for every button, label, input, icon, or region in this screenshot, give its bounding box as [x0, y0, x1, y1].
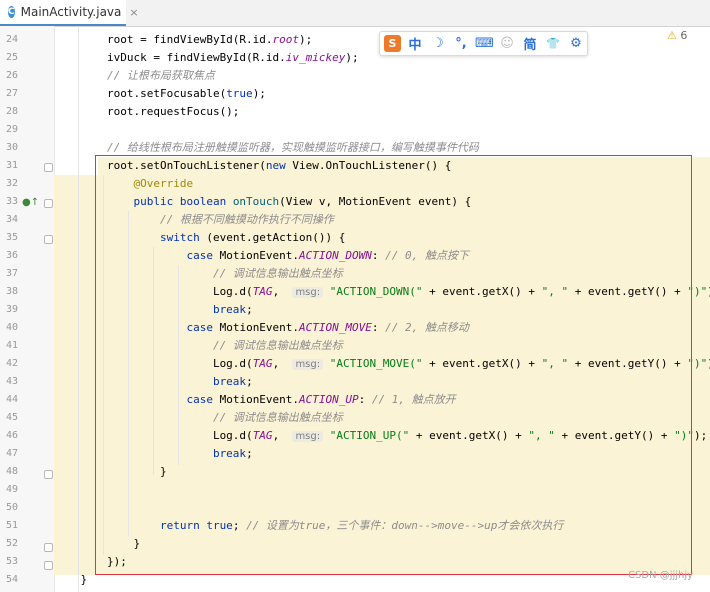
ime-user-icon[interactable]: ☺ — [498, 36, 516, 51]
line-number: 29 — [5, 124, 18, 135]
line-number: 36 — [5, 250, 18, 261]
code-line[interactable]: 26 // 让根布局获取焦点 — [0, 67, 710, 85]
line-number: 30 — [5, 142, 18, 153]
code-token: ); — [345, 51, 359, 64]
code-text: root = findViewById(R.id.root); — [54, 31, 312, 49]
ime-logo-icon[interactable]: S — [384, 35, 401, 52]
fold-icon[interactable] — [44, 470, 53, 479]
code-token: root — [272, 33, 300, 46]
fold-icon[interactable] — [44, 163, 53, 172]
code-token: root = findViewById(R.id. — [54, 33, 273, 46]
code-text: root.setFocusable(true); — [54, 85, 266, 103]
line-number: 50 — [5, 502, 18, 513]
code-line[interactable]: 24 root = findViewById(R.id.root); — [0, 31, 710, 49]
line-number: 24 — [5, 34, 18, 45]
line-number: 49 — [5, 484, 18, 495]
java-class-icon: C — [8, 6, 15, 18]
code-token: // 给线性根布局注册触摸监听器，实现触摸监听器接口，编写触摸事件代码 — [54, 141, 479, 154]
line-number: 39 — [5, 304, 18, 315]
code-token: } — [54, 573, 88, 586]
code-token: ); — [299, 33, 313, 46]
line-number: 25 — [5, 52, 18, 63]
override-marker-icon[interactable]: ●↑ — [22, 197, 39, 208]
watermark: CSDN @jjjhjy — [628, 570, 694, 581]
code-token: true — [226, 87, 253, 100]
line-number: 47 — [5, 448, 18, 459]
close-icon[interactable]: × — [129, 6, 138, 19]
line-number: 35 — [5, 232, 18, 243]
code-token: ); — [694, 429, 708, 442]
fold-icon[interactable] — [44, 561, 53, 570]
code-line[interactable]: 28 root.requestFocus(); — [0, 103, 710, 121]
line-number: 26 — [5, 70, 18, 81]
line-number: 48 — [5, 466, 18, 477]
code-token: ivDuck = findViewById(R.id. — [54, 51, 286, 64]
code-token: root.setFocusable( — [54, 87, 227, 100]
line-number: 27 — [5, 88, 18, 99]
warning-triangle-icon: ⚠ — [667, 29, 677, 42]
line-number: 34 — [5, 214, 18, 225]
ime-punctuation-icon[interactable]: °, — [452, 36, 470, 51]
line-number: 31 — [5, 160, 18, 171]
line-number: 38 — [5, 286, 18, 297]
line-number: 32 — [5, 178, 18, 189]
line-number: 41 — [5, 340, 18, 351]
ime-settings-icon[interactable]: ⚙ — [567, 36, 585, 51]
code-token: root.requestFocus(); — [54, 105, 240, 118]
code-line[interactable]: 25 ivDuck = findViewById(R.id.iv_mickey)… — [0, 49, 710, 67]
fold-icon[interactable] — [44, 235, 53, 244]
line-number: 51 — [5, 520, 18, 531]
editor-tab-bar: C MainActivity.java × — [0, 0, 710, 27]
code-line[interactable]: 27 root.setFocusable(true); — [0, 85, 710, 103]
annotation-red-box — [95, 155, 692, 575]
code-text: // 让根布局获取焦点 — [54, 67, 215, 85]
code-line[interactable]: 29 — [0, 121, 710, 139]
line-number: 28 — [5, 106, 18, 117]
warnings-indicator[interactable]: ⚠ 6 — [667, 29, 687, 42]
code-token: // 让根布局获取焦点 — [54, 69, 215, 82]
ime-simplified-icon[interactable]: 简 — [521, 34, 539, 53]
ime-moon-icon[interactable]: ☽ — [429, 36, 447, 51]
line-number: 52 — [5, 538, 18, 549]
ime-toolbar: S 中 ☽ °, ⌨ ☺ 简 👕 ⚙ — [379, 31, 588, 56]
line-number: 54 — [5, 574, 18, 585]
line-number: 43 — [5, 376, 18, 387]
ime-keyboard-icon[interactable]: ⌨ — [475, 36, 494, 51]
line-number: 53 — [5, 556, 18, 567]
ime-skin-icon[interactable]: 👕 — [544, 37, 562, 50]
line-number: 33 — [5, 196, 18, 207]
line-number: 46 — [5, 430, 18, 441]
fold-icon[interactable] — [44, 199, 53, 208]
line-number: 37 — [5, 268, 18, 279]
tab-title: MainActivity.java — [20, 5, 122, 19]
ime-chinese-mode[interactable]: 中 — [406, 34, 424, 53]
line-number: 40 — [5, 322, 18, 333]
code-text: } — [54, 571, 87, 589]
code-token: ); — [252, 87, 266, 100]
line-number: 42 — [5, 358, 18, 369]
tab-main-activity[interactable]: C MainActivity.java × — [0, 0, 139, 26]
line-number: 44 — [5, 394, 18, 405]
code-text: ivDuck = findViewById(R.id.iv_mickey); — [54, 49, 359, 67]
code-text: root.requestFocus(); — [54, 103, 239, 121]
line-number: 45 — [5, 412, 18, 423]
code-token: iv_mickey — [285, 51, 346, 64]
fold-icon[interactable] — [44, 543, 53, 552]
warning-count: 6 — [680, 29, 688, 42]
